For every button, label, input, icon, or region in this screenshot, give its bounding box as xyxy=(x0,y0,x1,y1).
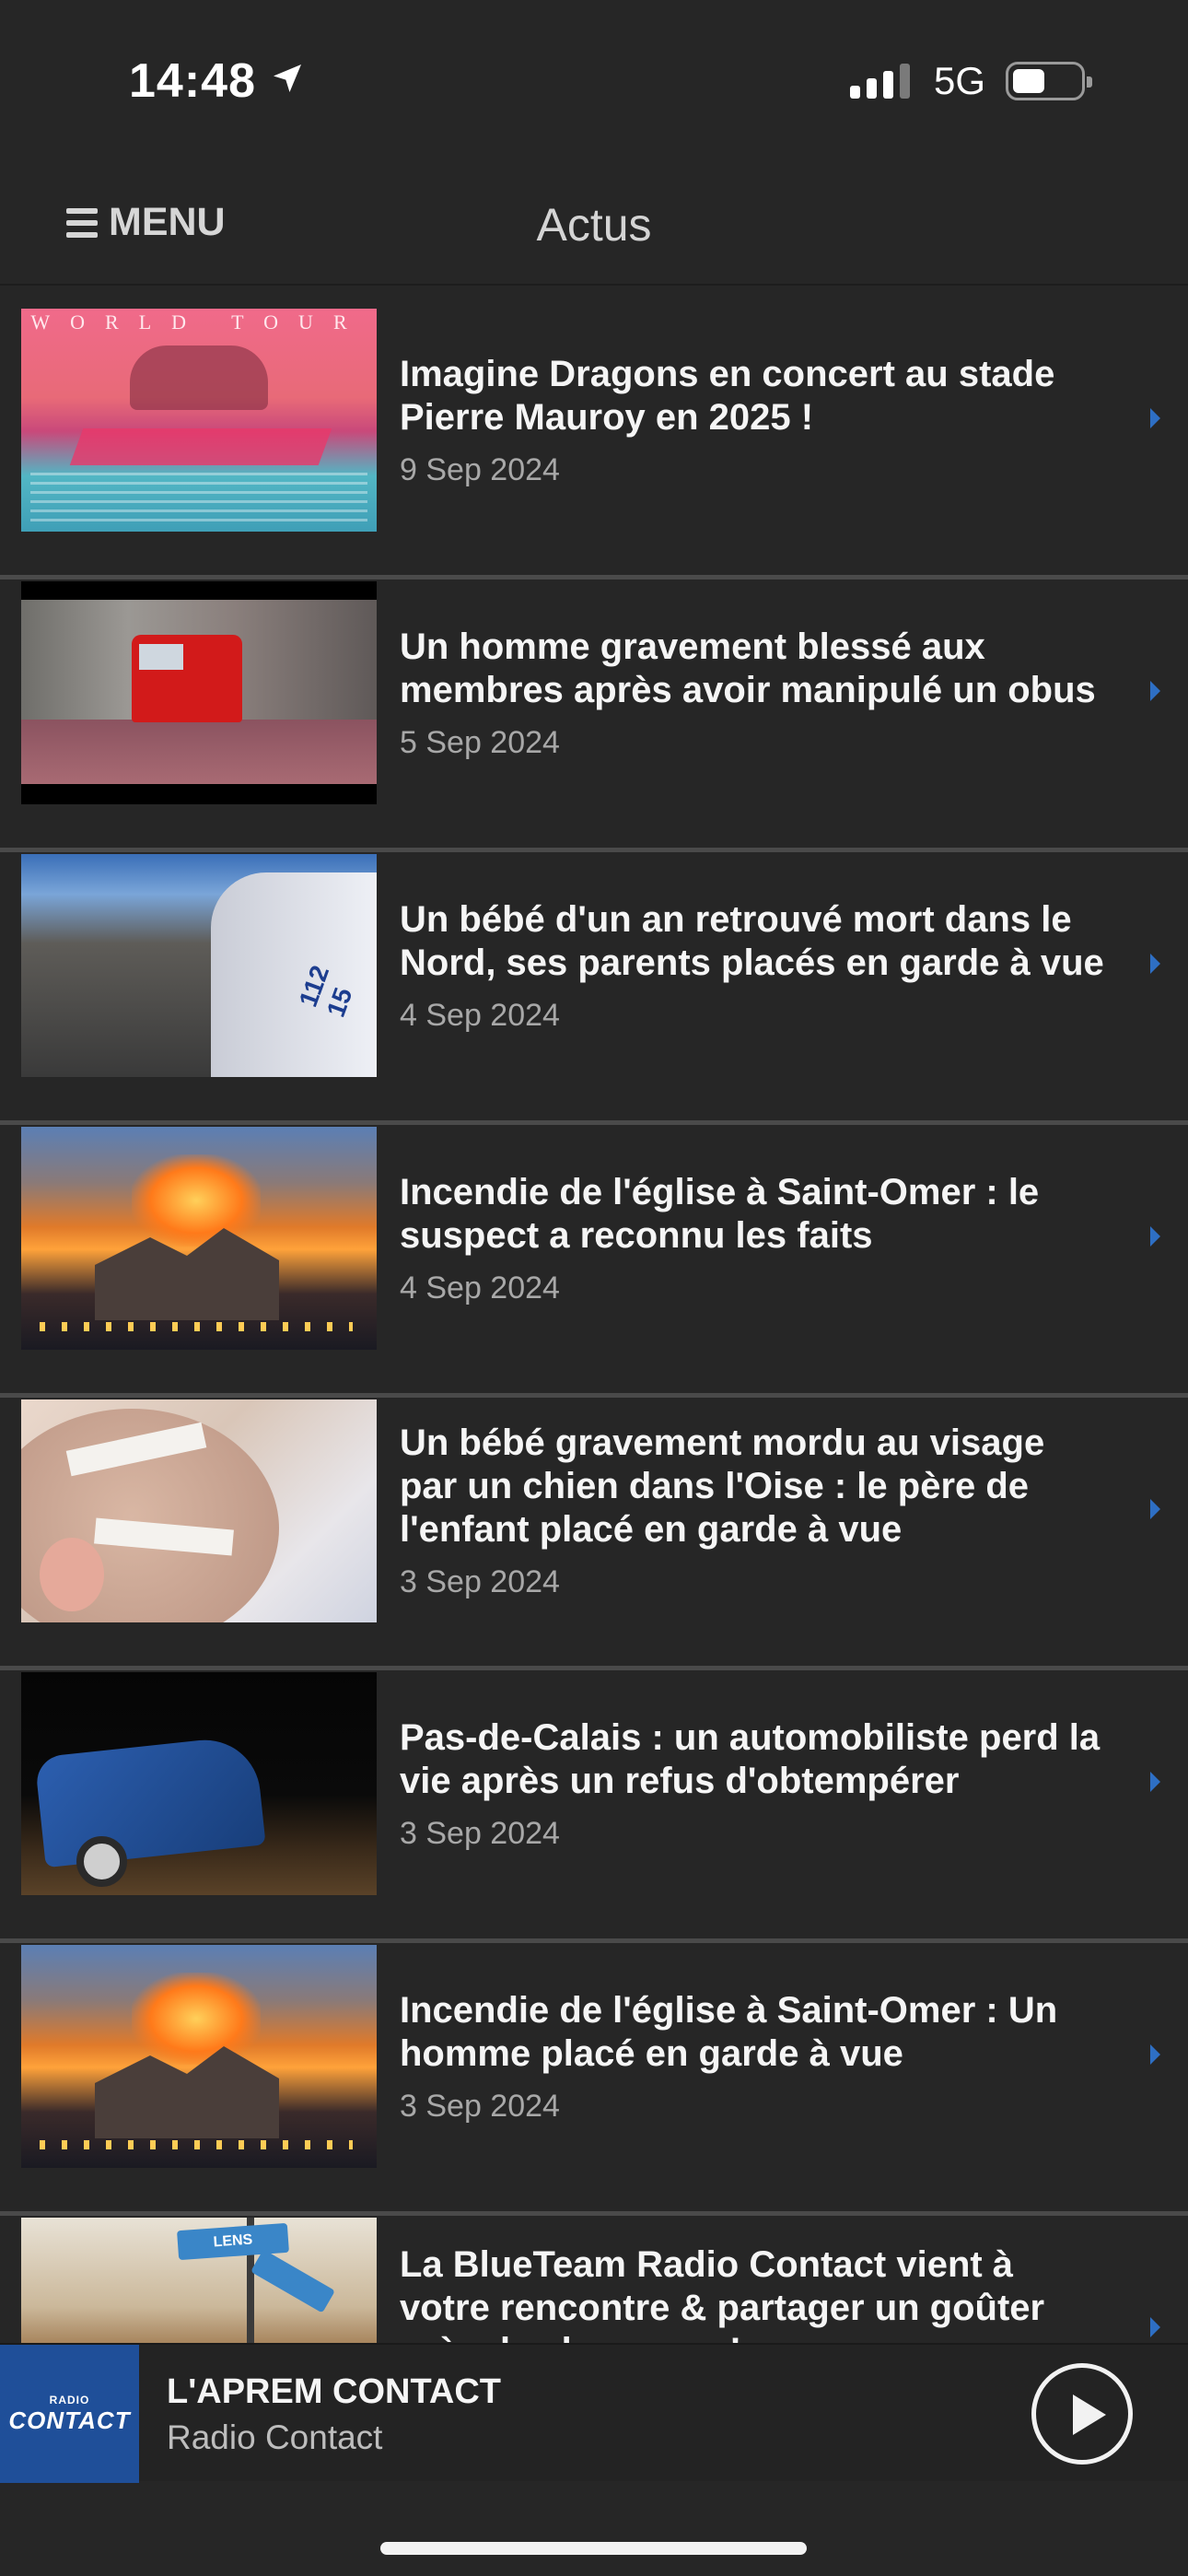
news-list[interactable]: WORLD TOUR Imagine Dragons en concert au… xyxy=(0,307,1188,2488)
chevron-right-icon xyxy=(1150,1772,1160,1792)
chevron-right-icon xyxy=(1150,408,1160,428)
news-text: Un bébé d'un an retrouvé mort dans le No… xyxy=(400,852,1109,1079)
battery-icon xyxy=(1006,62,1092,100)
news-thumbnail-ambulance xyxy=(21,854,377,1077)
news-date: 5 Sep 2024 xyxy=(400,724,560,760)
news-thumbnail-concert: WORLD TOUR xyxy=(21,309,377,532)
news-title: Incendie de l'église à Saint-Omer : Un h… xyxy=(400,1989,1058,2074)
play-button[interactable] xyxy=(1031,2363,1133,2465)
news-thumbnail-church-fire xyxy=(21,1945,377,2168)
chevron-right-icon xyxy=(1150,2317,1160,2337)
mini-player[interactable]: RADIO CONTACT L'APREM CONTACT Radio Cont… xyxy=(0,2343,1188,2483)
news-thumbnail-fire-truck xyxy=(21,581,377,804)
news-date: 3 Sep 2024 xyxy=(400,1815,560,1851)
news-item[interactable]: Un bébé gravement mordu au visage par un… xyxy=(0,1398,1188,1670)
location-arrow-icon xyxy=(269,53,306,109)
news-title: Un bébé gravement mordu au visage par un… xyxy=(400,1423,1045,1550)
clock-text: 14:48 xyxy=(129,54,256,108)
home-indicator[interactable] xyxy=(380,2542,807,2555)
news-item[interactable]: Pas-de-Calais : un automobiliste perd la… xyxy=(0,1670,1188,1943)
page-title: Actus xyxy=(536,199,652,251)
news-date: 4 Sep 2024 xyxy=(400,997,560,1033)
news-text: Pas-de-Calais : un automobiliste perd la… xyxy=(400,1670,1109,1897)
chevron-right-icon xyxy=(1150,1499,1160,1519)
news-thumbnail-baby xyxy=(21,1399,377,1622)
news-title: Un bébé d'un an retrouvé mort dans le No… xyxy=(400,898,1104,983)
status-time: 14:48 xyxy=(129,53,306,109)
news-thumbnail-car-crash xyxy=(21,1672,377,1895)
news-date: 3 Sep 2024 xyxy=(400,1564,560,1599)
status-indicators: 5G xyxy=(849,59,1092,103)
news-text: Imagine Dragons en concert au stade Pier… xyxy=(400,307,1109,533)
logo-small-text: RADIO xyxy=(49,2393,90,2406)
thumbnail-caption: WORLD TOUR xyxy=(30,310,367,334)
chevron-right-icon xyxy=(1150,1226,1160,1247)
news-date: 3 Sep 2024 xyxy=(400,2088,560,2124)
status-bar: 14:48 5G xyxy=(0,0,1188,161)
news-text: Incendie de l'église à Saint-Omer : Un h… xyxy=(400,1943,1109,2170)
network-type: 5G xyxy=(933,59,985,102)
chevron-right-icon xyxy=(1150,2044,1160,2065)
news-item[interactable]: WORLD TOUR Imagine Dragons en concert au… xyxy=(0,307,1188,580)
news-text: Un homme gravement blessé aux membres ap… xyxy=(400,580,1109,806)
chevron-right-icon xyxy=(1150,681,1160,701)
player-station-name: Radio Contact xyxy=(167,2418,383,2456)
news-title: Un homme gravement blessé aux membres ap… xyxy=(400,626,1096,710)
news-item[interactable]: Un bébé d'un an retrouvé mort dans le No… xyxy=(0,852,1188,1125)
news-thumbnail-church-fire xyxy=(21,1127,377,1350)
news-item[interactable]: Incendie de l'église à Saint-Omer : Un h… xyxy=(0,1943,1188,2216)
news-text: Incendie de l'église à Saint-Omer : le s… xyxy=(400,1125,1109,1352)
news-text: Un bébé gravement mordu au visage par un… xyxy=(400,1398,1109,1624)
signal-icon xyxy=(849,64,910,99)
screen: 14:48 5G MENU Actus WORLD TOUR Imagine D… xyxy=(0,0,1188,2576)
news-item[interactable]: Un homme gravement blessé aux membres ap… xyxy=(0,580,1188,852)
news-title: Pas-de-Calais : un automobiliste perd la… xyxy=(400,1716,1101,1801)
nav-bar: MENU Actus xyxy=(0,161,1188,286)
chevron-right-icon xyxy=(1150,954,1160,974)
player-show-title: L'APREM CONTACT xyxy=(167,2372,501,2411)
news-title: Imagine Dragons en concert au stade Pier… xyxy=(400,353,1055,438)
station-logo: RADIO CONTACT xyxy=(0,2345,139,2483)
news-item[interactable]: Incendie de l'église à Saint-Omer : le s… xyxy=(0,1125,1188,1398)
news-date: 9 Sep 2024 xyxy=(400,451,560,487)
logo-main-text: CONTACT xyxy=(8,2406,131,2434)
news-date: 4 Sep 2024 xyxy=(400,1270,560,1306)
news-title: Incendie de l'église à Saint-Omer : le s… xyxy=(400,1171,1040,1256)
